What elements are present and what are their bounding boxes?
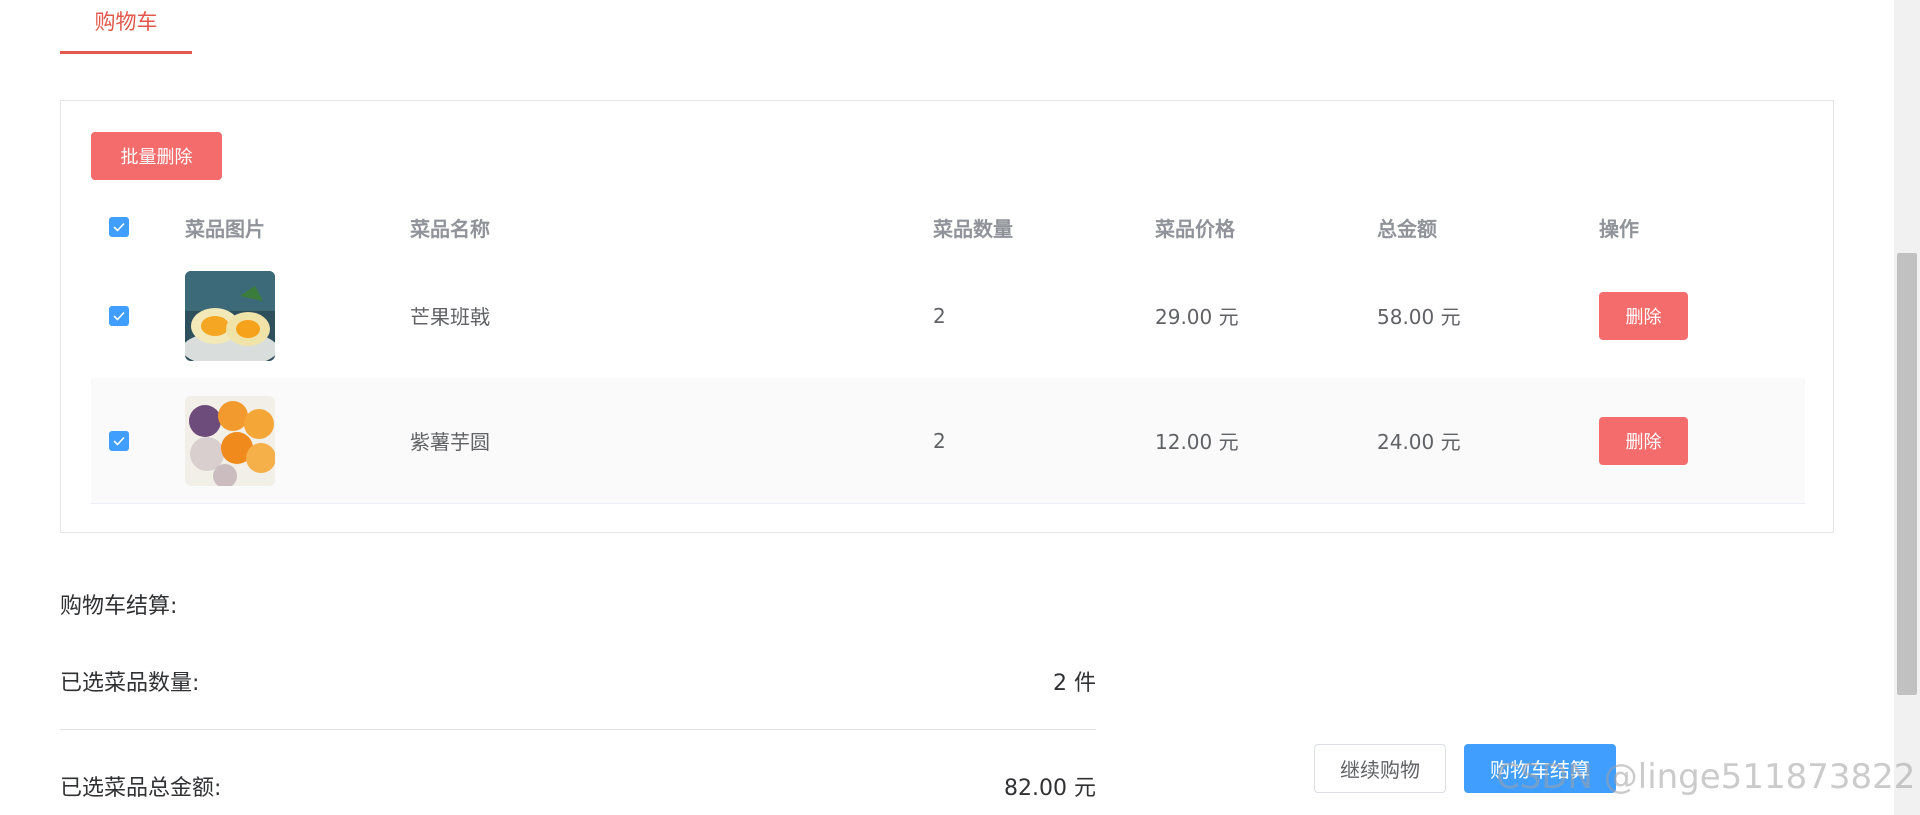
check-icon [113, 222, 125, 232]
selected-count-value: 2 件 [1053, 671, 1096, 696]
mango-pancake-image [185, 270, 275, 361]
page-scrollbar-thumb[interactable] [1897, 253, 1917, 695]
dish-name: 紫薯芋圆 [410, 430, 490, 454]
row-check-cell [109, 253, 129, 378]
operation-cell: 删除 [1599, 378, 1688, 503]
tab-active-indicator [60, 51, 192, 54]
header-image: 菜品图片 [185, 216, 265, 241]
delete-button[interactable]: 删除 [1599, 291, 1688, 340]
header-quantity: 菜品数量 [933, 216, 1013, 241]
select-all-checkbox[interactable] [109, 217, 129, 237]
check-icon [113, 436, 125, 446]
dish-total: 24.00 元 [1377, 430, 1461, 454]
dish-quantity: 2 [933, 303, 946, 328]
dish-price: 12.00 元 [1155, 430, 1239, 454]
dish-image-cell [185, 378, 275, 503]
row-checkbox[interactable] [109, 305, 129, 326]
header-total: 总金额 [1377, 216, 1437, 241]
cart-card: 批量删除 菜品图片 菜品名称 菜品数量 菜品价格 总金额 操作 芒果班戟 2 2… [60, 100, 1834, 533]
dish-name: 芒果班戟 [410, 305, 490, 329]
row-check-cell [109, 378, 129, 503]
row-checkbox[interactable] [109, 430, 129, 451]
header-price: 菜品价格 [1155, 216, 1235, 241]
header-name: 菜品名称 [410, 216, 490, 241]
checkout-button[interactable]: 购物车结算 [1464, 744, 1616, 793]
tab-shopping-cart[interactable]: 购物车 [60, 8, 192, 54]
dish-price: 29.00 元 [1155, 305, 1239, 329]
table-row: 芒果班戟 2 29.00 元 58.00 元 删除 [91, 253, 1805, 379]
continue-shopping-button[interactable]: 继续购物 [1314, 744, 1446, 793]
selected-total-value: 82.00 元 [1004, 776, 1096, 801]
selected-count-label: 已选菜品数量: [60, 671, 200, 696]
select-all-cell [109, 201, 129, 253]
dish-total: 58.00 元 [1377, 305, 1461, 329]
header-operation: 操作 [1599, 216, 1639, 241]
table-row: 紫薯芋圆 2 12.00 元 24.00 元 删除 [91, 378, 1805, 504]
taro-ball-image [185, 395, 275, 486]
table-header-row: 菜品图片 菜品名称 菜品数量 菜品价格 总金额 操作 [91, 201, 1805, 254]
selected-count-row: 已选菜品数量: 2 件 [60, 665, 1096, 696]
delete-button[interactable]: 删除 [1599, 416, 1688, 465]
selected-total-label: 已选菜品总金额: [60, 776, 222, 801]
dish-quantity: 2 [933, 428, 946, 453]
operation-cell: 删除 [1599, 253, 1688, 378]
batch-delete-button[interactable]: 批量删除 [91, 132, 222, 180]
summary-divider [60, 729, 1096, 730]
selected-total-row: 已选菜品总金额: 82.00 元 [60, 770, 1096, 801]
summary-title: 购物车结算: [60, 594, 178, 619]
dish-image-cell [185, 253, 275, 378]
check-icon [113, 311, 125, 321]
